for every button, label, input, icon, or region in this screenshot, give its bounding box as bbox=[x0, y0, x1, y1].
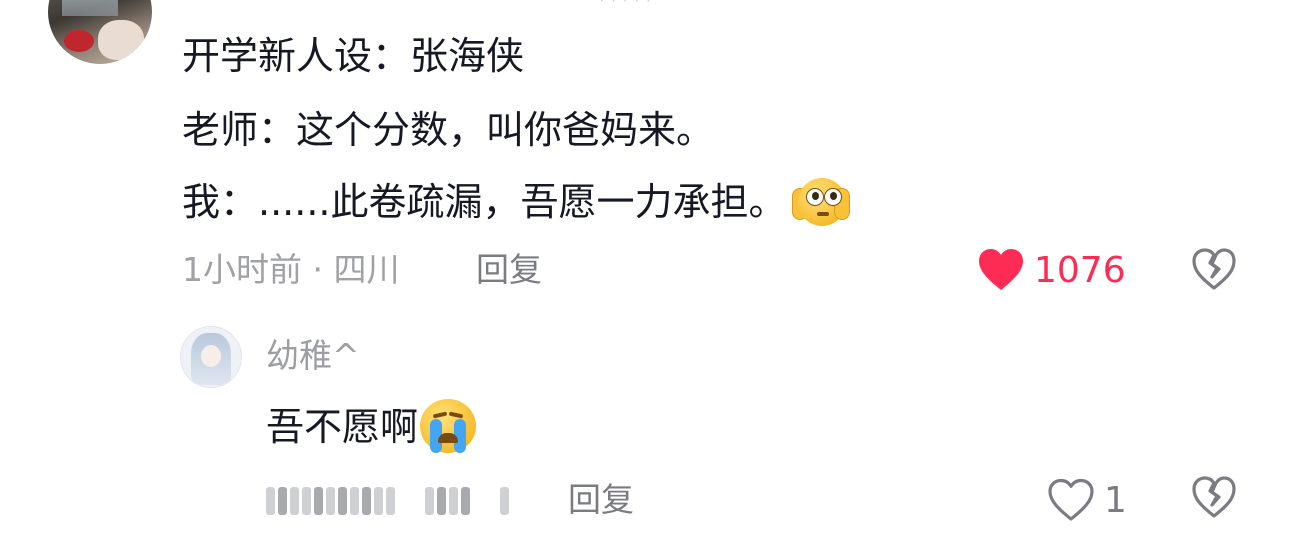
loudly-crying-face-emoji bbox=[420, 398, 477, 453]
like-button[interactable]: 1076 bbox=[976, 246, 1126, 294]
reply-text-content: 吾不愿啊 bbox=[266, 405, 419, 449]
dislike-button[interactable] bbox=[1190, 246, 1238, 294]
reply-button[interactable]: 回复 bbox=[568, 480, 634, 520]
like-count: 1 bbox=[1104, 479, 1127, 521]
comment-text-line-content: 我：......此卷疏漏，吾愿一力承担。 bbox=[182, 180, 787, 224]
comment-text-line: 开学新人设：张海侠 bbox=[182, 34, 525, 78]
like-count: 1076 bbox=[1034, 249, 1126, 291]
dislike-button[interactable] bbox=[1190, 474, 1238, 522]
heart-filled-icon bbox=[979, 249, 1023, 290]
reply-avatar[interactable] bbox=[180, 326, 242, 388]
flushed-face-with-hands-emoji bbox=[792, 174, 851, 228]
like-button[interactable]: 1 bbox=[1046, 474, 1127, 526]
comment-text-line: 我：......此卷疏漏，吾愿一力承担。 bbox=[182, 177, 851, 228]
reply-username[interactable]: 幼稚^ bbox=[266, 336, 360, 376]
reply-time-location-blurred bbox=[266, 486, 516, 516]
broken-heart-icon bbox=[1192, 476, 1236, 518]
broken-heart-icon bbox=[1192, 248, 1236, 290]
cut-off-content: · · · · · bbox=[600, 0, 653, 8]
comment-text-line: 老师：这个分数，叫你爸妈来。 bbox=[182, 108, 715, 152]
reply-button[interactable]: 回复 bbox=[476, 250, 542, 290]
reply-text: 吾不愿啊 bbox=[266, 398, 477, 453]
comment-time-location: 1小时前 · 四川 bbox=[182, 250, 400, 289]
heart-outline-icon bbox=[1048, 478, 1094, 521]
avatar[interactable] bbox=[48, 0, 152, 64]
